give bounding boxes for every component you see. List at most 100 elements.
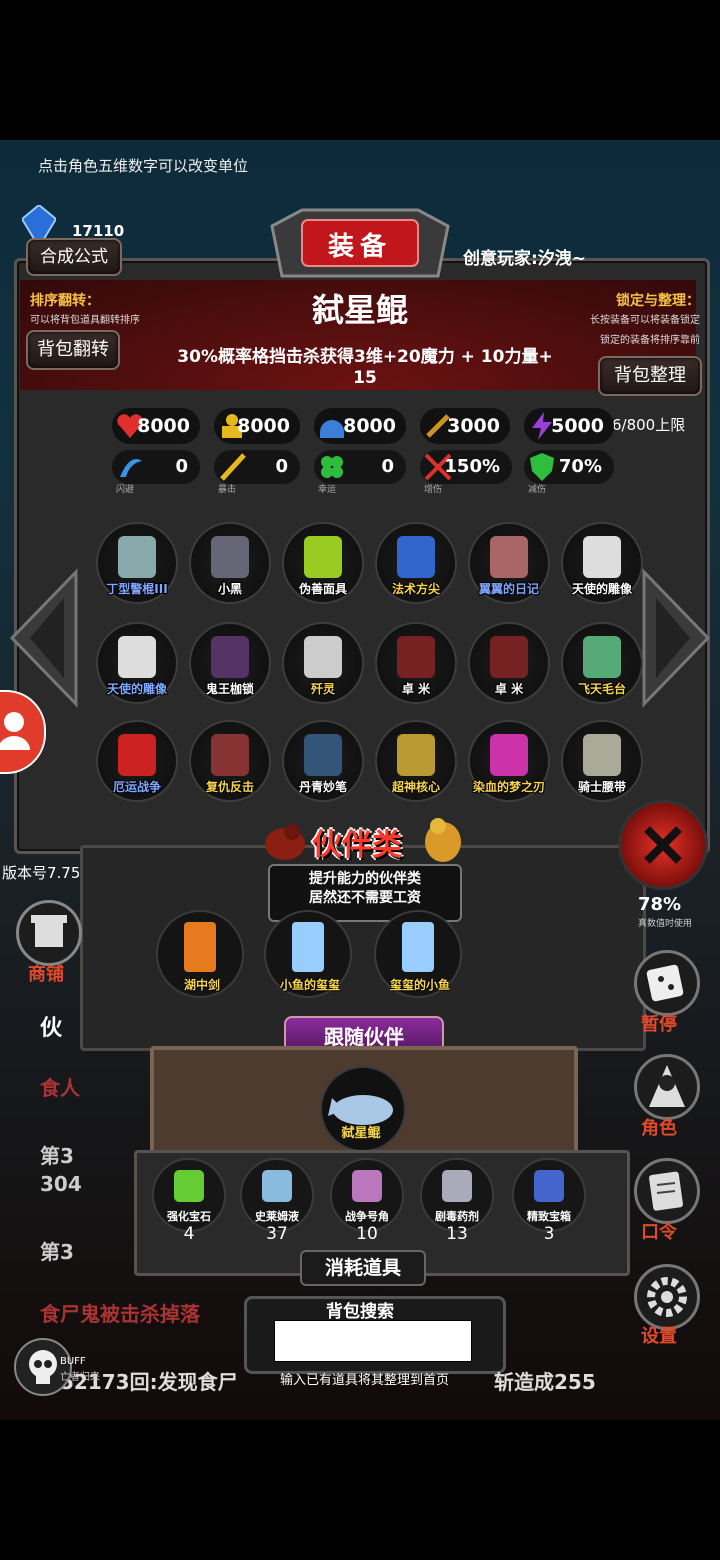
equipment-slot[interactable]: 飞天毛台: [561, 622, 643, 704]
log-line: 第3: [40, 1144, 74, 1168]
dice-icon: [646, 964, 684, 1002]
equipment-slot[interactable]: 复仇反击: [189, 720, 271, 802]
consumable-slot[interactable]: 强化宝石 4: [152, 1158, 226, 1244]
equipment-slot[interactable]: 天使的雕像: [561, 522, 643, 604]
equipment-item-icon: [118, 636, 156, 678]
equipment-slot[interactable]: 鬼王枷锁: [189, 622, 271, 704]
equipment-slot[interactable]: 天使的雕像: [96, 622, 178, 704]
partner-label: 湖中剑: [183, 978, 220, 992]
golden-beast-icon: [420, 812, 466, 866]
equipment-item-icon: [211, 734, 249, 776]
consumable-label: 精致宝箱: [527, 1210, 571, 1223]
equipment-slot[interactable]: 小黑: [189, 522, 271, 604]
equipment-label: 歼灵: [310, 682, 335, 696]
sort-flip-desc: 可以将背包道具翻转排序: [30, 315, 140, 326]
equipment-label: 厄运战争: [112, 780, 161, 794]
bag-search-input[interactable]: [274, 1320, 472, 1362]
consumable-slot[interactable]: 精致宝箱 3: [512, 1158, 586, 1244]
buff-button[interactable]: [14, 1338, 72, 1396]
bag-capacity: 6/800上限: [612, 416, 686, 434]
equipment-label: 丹青妙笔: [298, 780, 347, 794]
gear-icon: [647, 1277, 687, 1317]
consumable-item-icon: [442, 1170, 472, 1202]
equipment-item-icon: [304, 536, 342, 578]
stat-strength[interactable]: 8000: [214, 408, 300, 444]
close-icon: [644, 826, 682, 864]
page-title: 装备: [327, 232, 392, 262]
stat-luck[interactable]: 0 幸运: [314, 450, 406, 495]
bag-sort-button[interactable]: 背包整理: [598, 356, 702, 396]
partner-slot[interactable]: 小鱼的玺玺: [264, 910, 352, 998]
equipment-label: 卓 米: [401, 682, 431, 696]
consumable-item-icon: [262, 1170, 292, 1202]
equipment-slot[interactable]: 伪善面具: [282, 522, 364, 604]
partner-category-title: 伙伴类: [312, 828, 402, 863]
pause-button[interactable]: [634, 950, 700, 1016]
shop-button[interactable]: [16, 900, 82, 966]
equipment-slot[interactable]: 丹青妙笔: [282, 720, 364, 802]
equipment-label: 天使的雕像: [106, 682, 167, 696]
equipment-label: 卓 米: [494, 682, 524, 696]
equipment-slot[interactable]: 法术方尖: [375, 522, 457, 604]
consumable-count: 10: [356, 1224, 378, 1244]
equipment-slot[interactable]: 丁型警棍III: [96, 522, 178, 604]
equipment-slot[interactable]: 卓 米: [375, 622, 457, 704]
equipment-slot[interactable]: 骑士腰带: [561, 720, 643, 802]
equipment-slot[interactable]: 卓 米: [468, 622, 550, 704]
stat-damage-up[interactable]: 150% 增伤: [420, 450, 512, 495]
equipment-label: 伪善面具: [298, 582, 347, 596]
stat-dodge[interactable]: 0 闪避: [112, 450, 200, 495]
equipment-item-icon: [583, 636, 621, 678]
role-button[interactable]: [634, 1054, 700, 1120]
equipment-label: 小黑: [217, 582, 242, 596]
synthesis-formula-button[interactable]: 合成公式: [26, 238, 122, 276]
equipment-slot[interactable]: 超神核心: [375, 720, 457, 802]
stat-damage-reduce[interactable]: 70% 减伤: [524, 450, 614, 495]
hint-text: 点击角色五维数字可以改变单位: [38, 157, 249, 175]
prev-page-arrow[interactable]: [8, 568, 78, 708]
partner-item-icon: [184, 922, 216, 972]
stat-hp[interactable]: 8000: [112, 408, 200, 444]
consumable-label: 战争号角: [345, 1210, 389, 1223]
profile-side-button[interactable]: [0, 690, 46, 774]
partner-slot[interactable]: 湖中剑: [156, 910, 244, 998]
clover-icon: [316, 451, 348, 483]
role-label: 角色: [641, 1118, 677, 1139]
equipment-slot[interactable]: 染血的梦之刃: [468, 720, 550, 802]
consumable-slot[interactable]: 战争号角 10: [330, 1158, 404, 1244]
equipment-item-icon: [118, 536, 156, 578]
bag-search-hint: 输入已有道具将其整理到首页: [280, 1373, 450, 1388]
creator-credit: 创意玩家:汐洩~: [463, 249, 587, 269]
equipment-label: 超神核心: [391, 780, 440, 794]
equipment-item-icon: [583, 536, 621, 578]
log-line: 伙: [40, 1016, 63, 1041]
partner-slot[interactable]: 玺玺的小鱼: [374, 910, 462, 998]
partner-label: 玺玺的小鱼: [389, 978, 450, 992]
equipment-slot[interactable]: 翼翼的日记: [468, 522, 550, 604]
version-label: 版本号7.75: [2, 864, 81, 882]
consumable-slot[interactable]: 史莱姆液 37: [240, 1158, 314, 1244]
code-button[interactable]: [634, 1158, 700, 1224]
consumable-slot[interactable]: 剧毒药剂 13: [420, 1158, 494, 1244]
stat-attack[interactable]: 3000: [420, 408, 510, 444]
close-button[interactable]: [618, 800, 708, 890]
equipment-label: 骑士腰带: [577, 780, 626, 794]
hooded-figure-icon: [649, 1065, 685, 1107]
buff-sub-label: 亡者归来: [60, 1372, 100, 1383]
stat-crit[interactable]: 0 暴击: [214, 450, 300, 495]
equipment-item-icon: [490, 734, 528, 776]
consumable-count: 3: [543, 1224, 555, 1244]
sort-flip-title: 排序翻转：: [30, 293, 100, 309]
lock-sort-desc-2: 锁定的装备将排序靠前: [600, 335, 700, 346]
equipment-slot[interactable]: 歼灵: [282, 622, 364, 704]
equipment-label: 翼翼的日记: [478, 582, 539, 596]
lock-sort-title: 锁定与整理：: [616, 293, 700, 309]
consumable-item-icon: [534, 1170, 564, 1202]
consumable-item-icon: [174, 1170, 204, 1202]
stat-magic[interactable]: 5000: [524, 408, 614, 444]
equipment-label: 染血的梦之刃: [472, 780, 545, 794]
bag-flip-button[interactable]: 背包翻转: [26, 330, 120, 370]
settings-button[interactable]: [634, 1264, 700, 1330]
equipment-slot[interactable]: 厄运战争: [96, 720, 178, 802]
stat-defense[interactable]: 8000: [314, 408, 406, 444]
